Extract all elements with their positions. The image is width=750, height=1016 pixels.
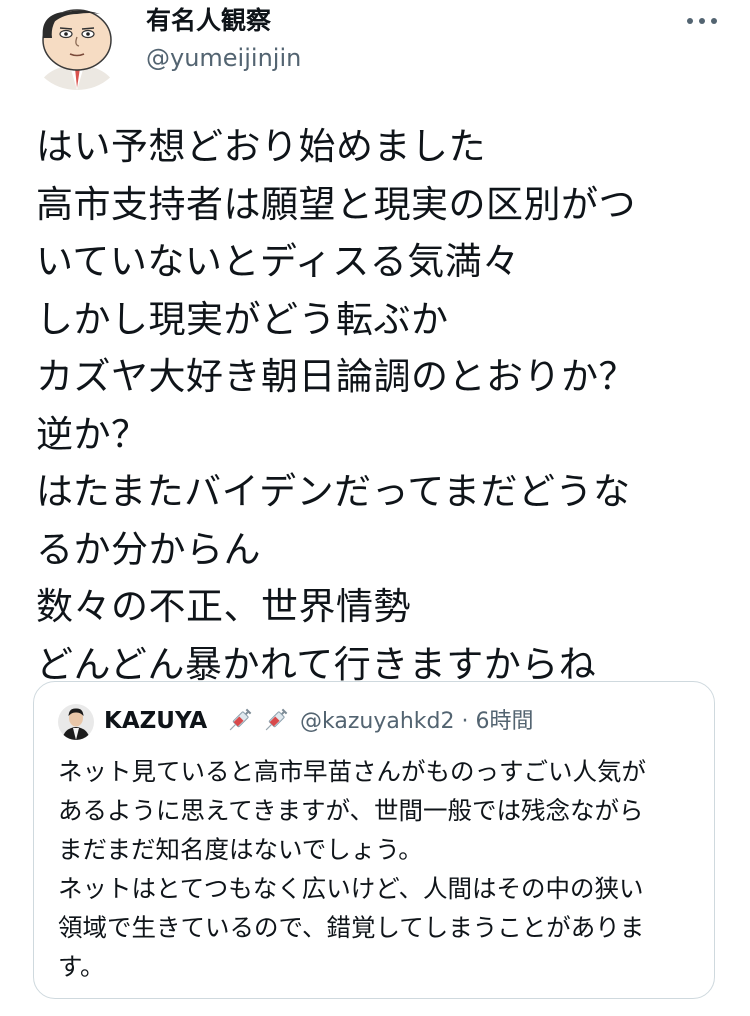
tweet: 有名人観察 @yumeijinjin はい予想どおり始めました 高市支持者は願望…	[0, 0, 750, 1016]
quoted-text-line: まだまだ知名度はないでしょう。	[58, 835, 423, 864]
quoted-tweet-text: ネット見ていると高市早苗さんがものっすごい人気が あるように思えてきますが、世間…	[58, 752, 698, 986]
more-horizontal-icon[interactable]	[684, 8, 720, 34]
tweet-text-line: しかし現実がどう転ぶか	[36, 297, 449, 341]
quoted-author-avatar[interactable]	[58, 704, 94, 740]
author-handle[interactable]: @yumeijinjin	[146, 43, 301, 73]
tweet-text-line: はたまたバイデンだってまだどうな	[36, 470, 631, 513]
quoted-text-line: あるように思えてきますが、世間一般では残念ながら	[58, 796, 644, 825]
tweet-text-line: いていないとディスる気満々	[36, 240, 520, 283]
quoted-tweet-meta: @kazuyahkd2 · 6時間	[300, 707, 533, 737]
tweet-text-line: はい予想どおり始めました	[36, 125, 486, 168]
quoted-tweet-time[interactable]: 6時間	[475, 709, 533, 734]
quoted-text-line: ネット見ていると高市早苗さんがものっすごい人気が	[58, 757, 646, 786]
tweet-text: はい予想どおり始めました 高市支持者は願望と現実の区別がつ いていないとディスる…	[36, 118, 736, 693]
tweet-text-line: るか分からん	[36, 527, 261, 571]
author-avatar[interactable]	[30, 4, 124, 90]
quoted-text-line: ネットはとてつもなく広いけど、人間はその中の狭い	[58, 874, 644, 903]
meta-separator: ·	[461, 709, 469, 734]
syringe-icon	[224, 704, 256, 736]
tweet-text-line: カズヤ大好き朝日論調のとおりか？	[36, 355, 636, 398]
tweet-text-line: 高市支持者は願望と現実の区別がつ	[36, 182, 636, 226]
quoted-author-handle[interactable]: @kazuyahkd2	[300, 709, 454, 734]
author-display-name[interactable]: 有名人観察	[146, 6, 271, 36]
quoted-text-line: 領域で生きているので、錯覚してしまうことがありま	[58, 913, 645, 942]
tweet-text-line: 数々の不正、世界情勢	[36, 585, 411, 628]
syringe-icon	[260, 704, 292, 736]
quoted-text-line: す。	[58, 952, 105, 981]
tweet-text-line: 逆か？	[36, 412, 149, 456]
quoted-author-display-name[interactable]: KAZUYA	[104, 706, 207, 736]
quoted-tweet-card[interactable]: KAZUYA @kazuyahkd2 · 6時間 ネット見ていると高市早苗さんが…	[33, 681, 715, 999]
